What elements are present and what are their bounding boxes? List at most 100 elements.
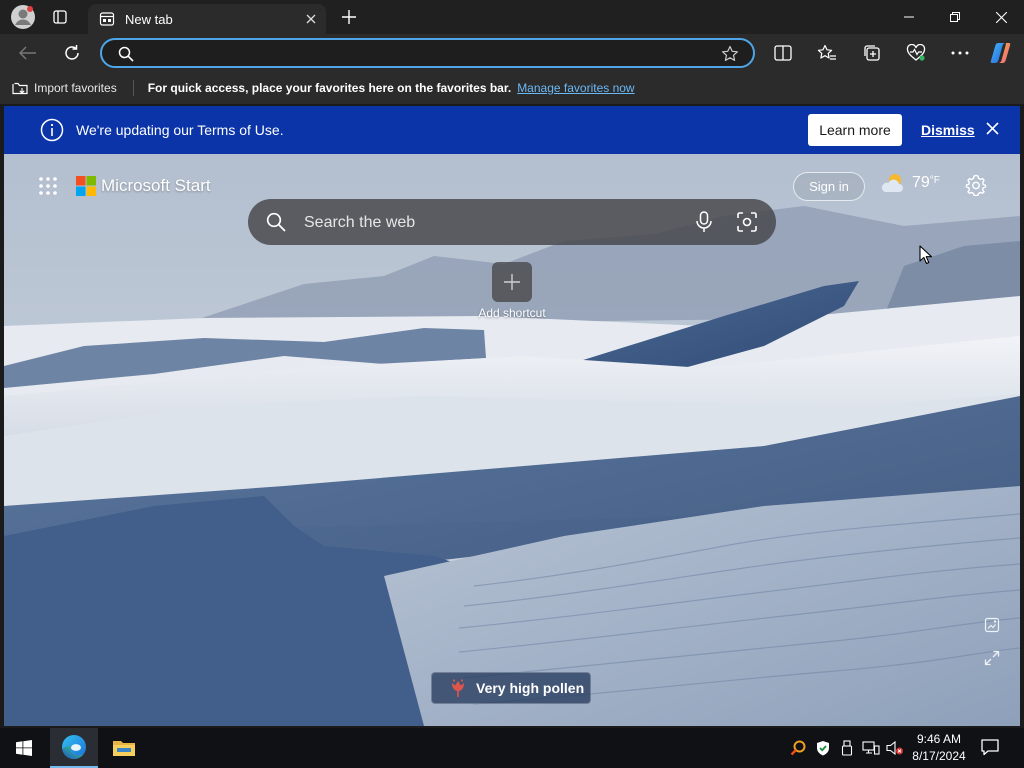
tab-close-button[interactable] — [302, 10, 320, 28]
close-icon — [986, 122, 999, 135]
app-launcher-icon — [39, 177, 57, 195]
partly-cloudy-icon — [881, 174, 903, 192]
terms-of-use-banner: We're updating our Terms of Use. Learn m… — [4, 106, 1020, 154]
favorites-icon — [817, 44, 836, 60]
banner-message: We're updating our Terms of Use. — [76, 122, 284, 138]
system-clock[interactable]: 9:46 AM 8/17/2024 — [906, 731, 972, 765]
taskbar-edge-button[interactable] — [50, 728, 98, 768]
gear-icon — [965, 174, 987, 196]
security-shield-icon[interactable] — [815, 740, 831, 756]
taskbar: 9:46 AM 8/17/2024 — [0, 728, 1024, 768]
manage-favorites-link[interactable]: Manage favorites now — [517, 81, 634, 95]
browser-toolbar — [0, 34, 1024, 72]
address-input[interactable] — [146, 43, 706, 63]
favorites-bar: Import favorites For quick access, place… — [0, 72, 1024, 104]
search-icon — [118, 46, 134, 62]
import-favorites-label: Import favorites — [34, 81, 117, 95]
more-dots-icon — [951, 51, 969, 55]
expand-background-button[interactable] — [984, 650, 1000, 666]
back-button[interactable] — [13, 38, 43, 68]
mouse-cursor-icon — [919, 245, 933, 265]
voice-search-button[interactable] — [694, 211, 714, 233]
banner-close-button[interactable] — [986, 122, 999, 135]
tab-strip: New tab — [0, 0, 1024, 34]
restore-icon — [950, 12, 960, 22]
split-screen-button[interactable] — [768, 38, 798, 68]
copilot-icon — [990, 43, 1011, 63]
notification-icon[interactable] — [980, 738, 1000, 756]
address-bar[interactable] — [100, 38, 755, 68]
volume-muted-icon[interactable] — [886, 740, 904, 756]
import-favorites-icon — [12, 82, 28, 95]
info-icon — [40, 118, 64, 142]
web-search-input[interactable] — [302, 212, 682, 234]
background-info-button[interactable] — [984, 617, 1000, 633]
favorites-button[interactable] — [812, 38, 842, 68]
minimize-button[interactable] — [886, 0, 932, 34]
refresh-button[interactable] — [57, 38, 87, 68]
weather-widget[interactable]: 79 °F — [880, 172, 940, 194]
add-shortcut-label: Add shortcut — [478, 306, 546, 320]
new-tab-page-icon — [99, 12, 115, 26]
profile-avatar-icon — [11, 5, 35, 29]
page-settings-button[interactable] — [965, 174, 987, 196]
star-icon — [722, 45, 738, 61]
tab-title: New tab — [125, 11, 173, 27]
microphone-icon — [696, 211, 712, 232]
new-tab-button[interactable] — [334, 4, 364, 30]
expand-icon — [984, 650, 1000, 666]
search-tray-icon[interactable] — [790, 740, 806, 756]
pollen-alert-text: Very high pollen — [476, 680, 585, 696]
start-button[interactable] — [0, 728, 48, 768]
new-tab-page: We're updating our Terms of Use. Learn m… — [4, 106, 1020, 726]
taskbar-file-explorer-button[interactable] — [100, 728, 148, 768]
weather-unit: °F — [929, 174, 940, 186]
pollen-flower-icon — [452, 679, 464, 697]
refresh-icon — [65, 45, 79, 60]
tab-actions-icon — [53, 10, 67, 24]
network-icon[interactable] — [862, 740, 880, 756]
visual-search-button[interactable] — [736, 211, 758, 233]
close-icon — [306, 14, 316, 24]
dismiss-link[interactable]: Dismiss — [921, 122, 975, 138]
app-launcher-button[interactable] — [38, 176, 58, 196]
plus-icon — [342, 10, 356, 24]
visual-search-icon — [737, 212, 757, 232]
split-screen-icon — [774, 45, 792, 61]
sign-in-button[interactable]: Sign in — [793, 172, 865, 201]
collections-button[interactable] — [857, 38, 887, 68]
back-arrow-icon — [19, 46, 36, 60]
microsoft-logo-icon — [76, 176, 96, 196]
plus-icon — [504, 274, 520, 290]
edge-logo-icon — [62, 735, 86, 759]
close-icon — [995, 11, 1007, 23]
copilot-button[interactable] — [987, 38, 1017, 68]
folder-icon — [113, 741, 135, 756]
add-favorite-button[interactable] — [721, 45, 739, 63]
import-favorites-button[interactable]: Import favorites — [12, 81, 117, 95]
clock-time: 9:46 AM — [916, 732, 962, 746]
tab-new-tab[interactable]: New tab — [88, 4, 326, 34]
clock-date: 8/17/2024 — [912, 749, 966, 763]
pollen-alert-chip[interactable]: Very high pollen — [431, 672, 591, 704]
add-shortcut-button[interactable] — [492, 262, 532, 302]
brand-title[interactable]: Microsoft Start — [101, 176, 211, 196]
windows-logo-icon — [16, 740, 32, 756]
weather-temperature: 79 — [912, 174, 930, 191]
learn-more-button[interactable]: Learn more — [808, 114, 902, 146]
profile-button[interactable] — [8, 4, 38, 30]
minimize-icon — [904, 16, 914, 18]
collections-icon — [864, 45, 880, 61]
window-close-button[interactable] — [978, 0, 1024, 34]
favorites-bar-divider — [132, 80, 134, 96]
usb-device-icon[interactable] — [840, 740, 854, 756]
search-icon — [266, 212, 286, 232]
restore-button[interactable] — [932, 0, 978, 34]
favorites-bar-hint: For quick access, place your favorites h… — [147, 81, 512, 95]
browser-essentials-icon — [906, 44, 926, 61]
web-search-box[interactable] — [248, 199, 776, 245]
tab-actions-button[interactable] — [45, 4, 75, 30]
browser-essentials-button[interactable] — [901, 38, 931, 68]
image-edit-icon — [984, 617, 1000, 633]
settings-and-more-button[interactable] — [945, 38, 975, 68]
